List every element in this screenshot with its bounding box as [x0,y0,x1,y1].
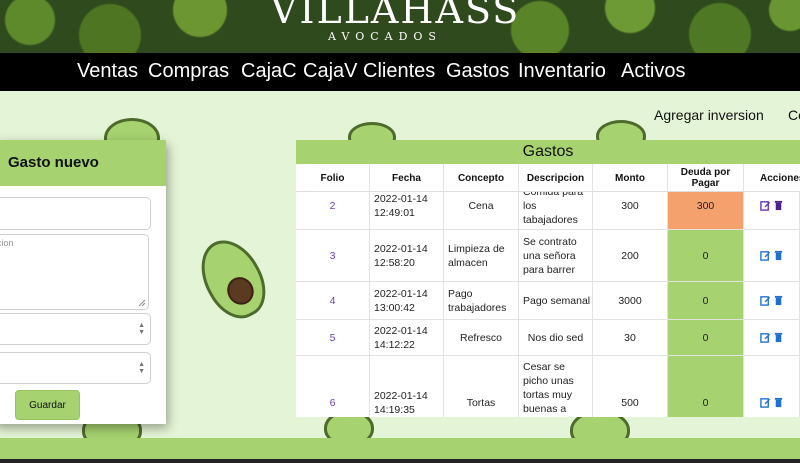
cell-folio[interactable]: 5 [296,320,370,355]
cell-monto: 500 [593,356,668,417]
cell-fecha: 2022-01-14 13:00:42 [370,282,444,319]
col-deuda[interactable]: Deuda por Pagar [668,164,744,192]
table-row[interactable]: 5 2022-01-14 14:12:22 Refresco Nos dio s… [296,320,800,356]
concept-input[interactable] [0,197,151,230]
cell-acciones [744,320,800,355]
nav-item-cajav[interactable]: CajaV [303,60,357,83]
avocado-seed [222,272,259,310]
cell-deuda: 0 [668,230,744,281]
nav-item-inventario[interactable]: Inventario [518,60,606,83]
modal-title: Gasto nuevo [8,154,99,171]
footer-strip [0,459,800,463]
table-body: 2 2022-01-14 12:49:01 Cena Comida para l… [296,192,800,417]
nav-item-activos[interactable]: Activos [621,60,685,83]
table-row[interactable]: 4 2022-01-14 13:00:42 Pago trabajadores … [296,282,800,320]
cell-fecha: 2022-01-14 14:12:22 [370,320,444,355]
cell-descripcion: Se contrato una señora para barrer [519,230,593,281]
expenses-panel: Gastos Folio Fecha Concepto Descripcion … [296,140,800,417]
cell-monto: 30 [593,320,668,355]
amount-input[interactable]: ▲ ▼ [0,313,151,345]
header-banner: VILLAHASS AVOCADOS [0,0,800,53]
trash-icon[interactable] [773,250,784,261]
cell-acciones [744,230,800,281]
debt-input[interactable]: ▲ ▼ [0,352,151,384]
modal-header: Gasto nuevo [0,140,166,186]
cell-fecha: 2022-01-14 12:49:01 [370,192,444,229]
trash-icon[interactable] [773,397,784,408]
col-folio[interactable]: Folio [296,164,370,192]
main-nav: Ventas Compras CajaC CajaV Clientes Gast… [0,53,800,91]
cell-acciones [744,282,800,319]
col-descripcion[interactable]: Descripcion [519,164,593,192]
cell-concepto: Tortas [444,356,519,417]
avocado-decoration [189,229,277,329]
table-row[interactable]: 3 2022-01-14 12:58:20 Limpieza de almace… [296,230,800,282]
cell-acciones [744,192,800,229]
cell-concepto: Refresco [444,320,519,355]
cell-concepto: Pago trabajadores [444,282,519,319]
brand-logo: VILLAHASS AVOCADOS [270,0,521,43]
cell-fecha: 2022-01-14 14:19:35 [370,356,444,417]
col-monto[interactable]: Monto [593,164,668,192]
expenses-title: Gastos [296,140,800,164]
nav-item-cajac[interactable]: CajaC [241,60,297,83]
nav-item-clientes[interactable]: Clientes [363,60,435,83]
col-concepto[interactable]: Concepto [444,164,519,192]
save-button[interactable]: Guardar [15,390,80,420]
description-placeholder: cion [0,238,14,248]
cell-descripcion: Cesar se picho unas tortas muy buenas a [519,356,593,417]
edit-icon[interactable] [759,295,771,306]
nav-item-compras[interactable]: Compras [148,60,229,83]
amount-stepper-icon[interactable]: ▲ ▼ [138,322,145,336]
edit-icon[interactable] [759,332,771,343]
cell-folio[interactable]: 3 [296,230,370,281]
table-row[interactable]: 2 2022-01-14 12:49:01 Cena Comida para l… [296,192,800,230]
cell-concepto: Cena [444,192,519,229]
new-expense-modal: Gasto nuevo cion ▲▼ ▲▼ Guardar [0,140,166,424]
add-investment-link[interactable]: Agregar inversion [654,107,764,123]
resize-handle-icon[interactable] [138,299,146,307]
cell-deuda: 0 [668,356,744,417]
cell-descripcion: Nos dio sed [519,320,593,355]
nav-item-ventas[interactable]: Ventas [77,60,138,83]
cell-fecha: 2022-01-14 12:58:20 [370,230,444,281]
cell-deuda: 300 [668,192,744,229]
cell-monto: 200 [593,230,668,281]
table-row[interactable]: 6 2022-01-14 14:19:35 Tortas Cesar se pi… [296,356,800,417]
trash-icon[interactable] [773,295,784,306]
description-textarea[interactable]: cion [0,234,149,310]
edit-icon[interactable] [759,200,771,211]
cell-monto: 3000 [593,282,668,319]
table-header: Folio Fecha Concepto Descripcion Monto D… [296,164,800,192]
debt-stepper-icon[interactable]: ▲ ▼ [138,361,145,375]
col-fecha[interactable]: Fecha [370,164,444,192]
brand-name: VILLAHASS [270,0,521,32]
nav-item-gastos[interactable]: Gastos [446,60,509,83]
edit-icon[interactable] [759,397,771,408]
cell-folio[interactable]: 4 [296,282,370,319]
cell-acciones [744,356,800,417]
cell-deuda: 0 [668,320,744,355]
cell-concepto: Limpieza de almacen [444,230,519,281]
cell-deuda: 0 [668,282,744,319]
trash-icon[interactable] [773,332,784,343]
edit-icon[interactable] [759,250,771,261]
cell-descripcion: Pago semanal [519,282,593,319]
cell-folio[interactable]: 2 [296,192,370,229]
other-link[interactable]: Ce [788,107,800,123]
col-acciones[interactable]: Acciones [744,164,800,192]
cell-descripcion: Comida para los tabajadores [519,192,593,229]
cell-folio[interactable]: 6 [296,356,370,417]
trash-icon[interactable] [773,200,784,211]
cell-monto: 300 [593,192,668,229]
